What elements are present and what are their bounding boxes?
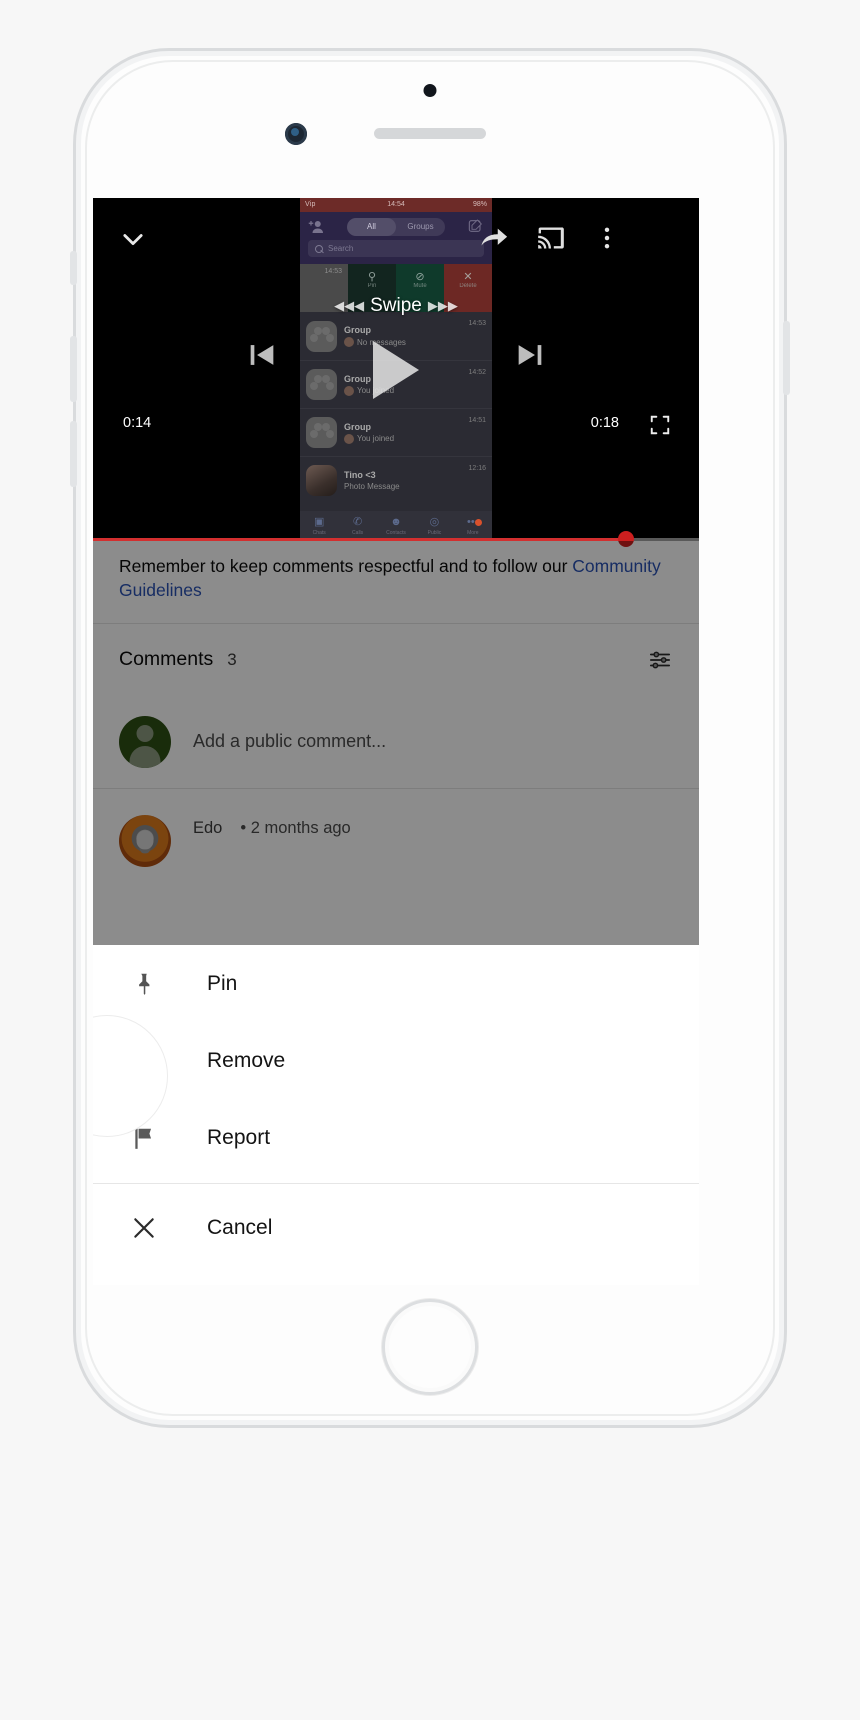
more-vertical-icon[interactable] — [593, 224, 621, 252]
screenshot-root: Vip 14:54 98% All Groups Search 14:53 ⚲ … — [0, 0, 860, 1720]
volume-up-button[interactable] — [70, 336, 77, 402]
pin-icon — [131, 971, 177, 997]
phone-mockup: Vip 14:54 98% All Groups Search 14:53 ⚲ … — [70, 48, 790, 1428]
content-area: Remember to keep comments respectful and… — [93, 541, 699, 1285]
modal-scrim[interactable] — [93, 541, 699, 945]
previous-track-icon[interactable] — [245, 338, 279, 372]
fullscreen-icon[interactable] — [649, 414, 671, 436]
power-button[interactable] — [783, 321, 790, 395]
next-track-icon[interactable] — [513, 338, 547, 372]
front-camera — [285, 123, 307, 145]
sheet-item-cancel-label: Cancel — [207, 1216, 273, 1239]
phone-screen: Vip 14:54 98% All Groups Search 14:53 ⚲ … — [93, 198, 699, 1285]
sheet-item-report[interactable]: Report — [93, 1099, 699, 1176]
chromecast-icon[interactable] — [536, 224, 566, 252]
sheet-item-remove[interactable]: Remove — [93, 1022, 699, 1099]
silent-switch[interactable] — [70, 251, 77, 285]
duration-time: 0:18 — [590, 415, 619, 431]
share-arrow-icon[interactable] — [478, 223, 510, 253]
sheet-item-pin[interactable]: Pin — [93, 945, 699, 1022]
home-button[interactable] — [382, 1299, 478, 1395]
sheet-item-pin-label: Pin — [207, 971, 238, 995]
volume-down-button[interactable] — [70, 421, 77, 487]
current-time: 0:14 — [123, 415, 152, 431]
chevron-down-icon[interactable] — [119, 225, 147, 253]
player-controls: 0:14 0:18 — [93, 198, 699, 541]
sheet-item-report-label: Report — [207, 1125, 271, 1149]
sheet-item-cancel[interactable]: Cancel — [93, 1184, 699, 1272]
earpiece-speaker — [374, 128, 486, 139]
video-player[interactable]: Vip 14:54 98% All Groups Search 14:53 ⚲ … — [93, 198, 699, 547]
close-icon — [131, 1215, 177, 1241]
proximity-sensor — [423, 84, 437, 97]
trash-icon — [131, 1048, 177, 1074]
sheet-item-remove-label: Remove — [207, 1048, 286, 1072]
action-sheet: Pin Remove Report Cancel — [93, 945, 699, 1285]
flag-icon — [131, 1125, 177, 1151]
